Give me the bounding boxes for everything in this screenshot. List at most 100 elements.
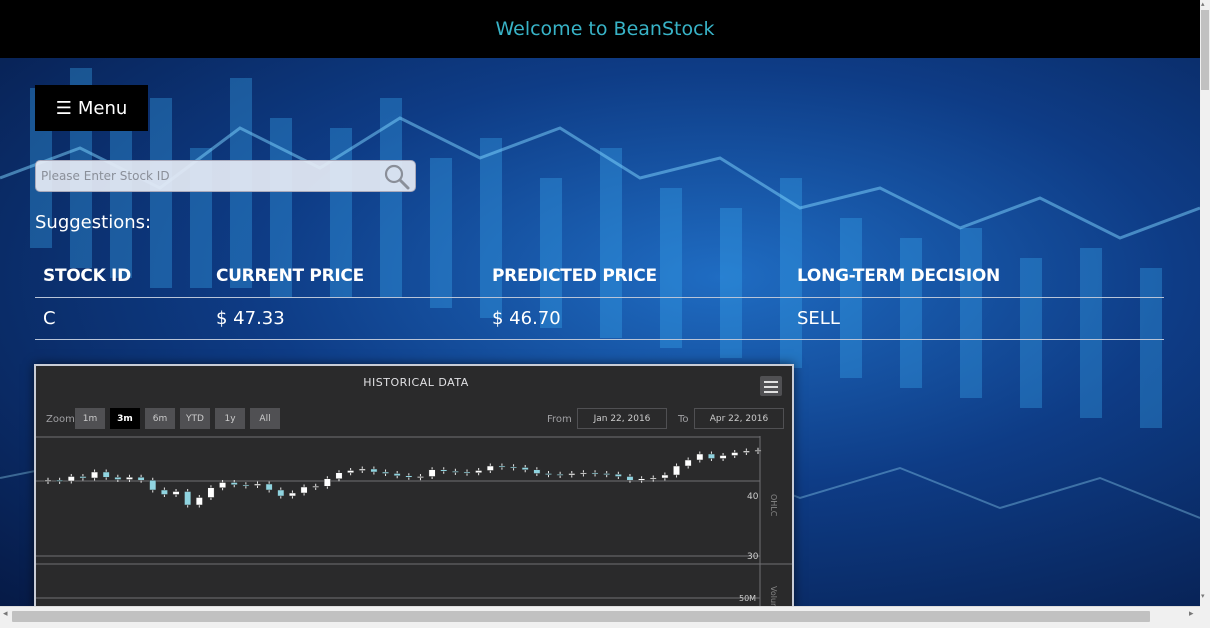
- scroll-left-icon[interactable]: ◂: [3, 609, 8, 619]
- candle-body: [742, 450, 750, 453]
- stock-search-input[interactable]: [36, 161, 376, 191]
- candle-body: [707, 453, 715, 459]
- candle-body: [370, 468, 378, 473]
- candle-body: [67, 476, 75, 482]
- candle-body: [335, 472, 343, 479]
- y-tick-40: 40: [747, 492, 759, 502]
- candle-body: [731, 452, 739, 456]
- stock-search-box: [35, 160, 416, 192]
- candle-body: [579, 472, 587, 475]
- candle-body: [149, 480, 157, 491]
- candle-body: [521, 467, 529, 470]
- zoom-all-button[interactable]: All: [250, 408, 280, 429]
- candle-body: [719, 455, 727, 459]
- candle-body: [300, 486, 308, 494]
- candle-body: [358, 468, 366, 471]
- candle-body: [288, 492, 296, 497]
- candle-body: [160, 489, 168, 495]
- candle-body: [114, 477, 122, 480]
- chart-context-menu-icon[interactable]: [760, 376, 782, 396]
- page-title: Welcome to BeanStock: [495, 18, 715, 40]
- to-date-input[interactable]: Apr 22, 2016: [694, 408, 784, 429]
- y-axis-label: OHLC: [769, 494, 778, 517]
- candle-body: [382, 471, 389, 474]
- historical-data-chart: HISTORICAL DATA Zoom 1m 3m 6m YTD 1y All…: [34, 364, 794, 614]
- candle-body: [405, 475, 413, 478]
- candle-body: [673, 465, 680, 476]
- zoom-label: Zoom: [46, 414, 75, 425]
- scroll-up-icon[interactable]: ▴: [1201, 0, 1205, 8]
- column-header-predicted-price: PREDICTED PRICE: [492, 266, 657, 287]
- candle-body: [614, 474, 622, 477]
- candle-body: [102, 471, 110, 478]
- candle-body: [568, 473, 576, 476]
- suggestions-heading: Suggestions:: [35, 212, 152, 233]
- candle-body: [91, 471, 99, 479]
- candle-body: [417, 476, 424, 478]
- candle-body: [312, 486, 320, 488]
- zoom-ytd-button[interactable]: YTD: [180, 408, 210, 429]
- current-price-cell: $ 47.33: [216, 307, 285, 329]
- menu-button[interactable]: ☰ Menu: [35, 85, 148, 131]
- candle-body: [754, 450, 762, 452]
- candle-body: [428, 469, 436, 477]
- zoom-1y-button[interactable]: 1y: [215, 408, 245, 429]
- zoom-3m-button[interactable]: 3m: [110, 408, 140, 429]
- candle-body: [277, 489, 285, 497]
- candle-body: [591, 472, 599, 475]
- candle-body: [44, 480, 52, 482]
- candle-body: [393, 473, 401, 476]
- candle-body: [219, 482, 227, 488]
- candle-body: [347, 470, 355, 473]
- zoom-6m-button[interactable]: 6m: [145, 408, 175, 429]
- decision-cell: SELL: [797, 307, 840, 329]
- column-header-decision: LONG-TERM DECISION: [797, 266, 1000, 287]
- candle-body: [137, 477, 145, 481]
- volume-tick-50m: 50M: [739, 594, 756, 603]
- table-header-row: STOCK ID CURRENT PRICE PREDICTED PRICE L…: [35, 256, 1164, 297]
- candle-body: [626, 476, 634, 481]
- candle-body: [242, 484, 250, 487]
- candle-body: [475, 470, 483, 473]
- candle-body: [486, 465, 494, 471]
- scroll-right-icon[interactable]: ▸: [1189, 609, 1194, 619]
- scroll-down-icon[interactable]: ▾: [1201, 592, 1205, 600]
- column-header-current-price: CURRENT PRICE: [216, 266, 364, 287]
- candle-body: [603, 473, 611, 475]
- candle-body: [696, 453, 704, 461]
- from-date-input[interactable]: Jan 22, 2016: [577, 408, 667, 429]
- candle-body: [207, 487, 215, 498]
- search-icon[interactable]: [383, 163, 411, 191]
- candle-body: [126, 477, 133, 480]
- to-label: To: [678, 414, 689, 425]
- candle-body: [556, 474, 564, 476]
- predicted-price-cell: $ 46.70: [492, 307, 561, 329]
- vertical-scroll-thumb[interactable]: [1201, 10, 1209, 90]
- candle-body: [56, 480, 64, 482]
- menu-button-label: Menu: [77, 97, 128, 119]
- candle-body: [684, 459, 692, 467]
- candle-body: [545, 473, 552, 475]
- candlestick-plot: 40 30 OHLC 50M Volume: [36, 436, 792, 612]
- column-header-stock-id: STOCK ID: [43, 266, 131, 287]
- candle-body: [463, 471, 471, 474]
- candle-body: [533, 469, 541, 474]
- candle-body: [184, 491, 192, 506]
- candle-body: [638, 478, 646, 481]
- zoom-1m-button[interactable]: 1m: [75, 408, 105, 429]
- candle-body: [265, 483, 273, 491]
- candle-body: [79, 476, 87, 479]
- suggestions-table: STOCK ID CURRENT PRICE PREDICTED PRICE L…: [35, 256, 1164, 340]
- stock-id-cell: C: [43, 307, 56, 329]
- hamburger-icon: ☰: [55, 97, 72, 119]
- table-row[interactable]: C $ 47.33 $ 46.70 SELL: [35, 297, 1164, 339]
- candle-body: [498, 465, 506, 468]
- candle-body: [323, 478, 331, 487]
- candle-body: [510, 466, 518, 469]
- vertical-scrollbar[interactable]: ▴ ▾: [1200, 0, 1210, 628]
- candle-body: [254, 483, 261, 486]
- horizontal-scroll-thumb[interactable]: [12, 611, 1150, 622]
- horizontal-scrollbar[interactable]: ◂ ▸: [0, 606, 1200, 628]
- candle-body: [195, 497, 203, 506]
- top-banner: Welcome to BeanStock: [0, 0, 1210, 58]
